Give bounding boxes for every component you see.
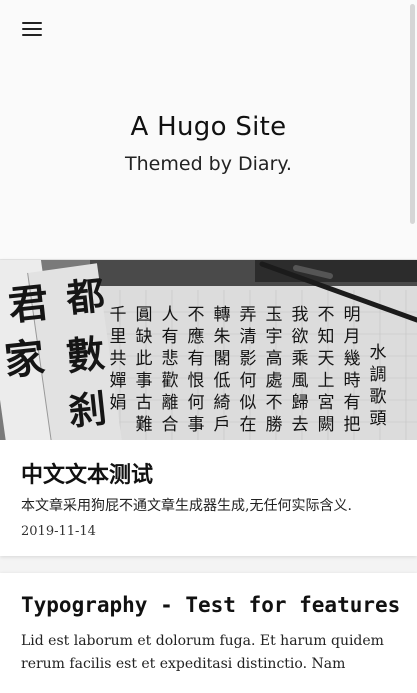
cover-calligraphy-char: 歸 [292,393,309,413]
cover-calligraphy-char: 戶 [214,415,231,435]
post-title[interactable]: Typography - Test for features [21,593,400,617]
cover-calligraphy-char: 似 [240,393,257,413]
cover-calligraphy-char: 悲 [162,349,179,369]
cover-calligraphy-char: 高 [266,349,283,369]
cover-calligraphy-char: 此 [136,349,153,369]
cover-poem-title-char: 調 [370,365,387,385]
cover-calligraphy-char: 歡 [162,371,179,391]
cover-calligraphy-char: 天 [318,349,335,369]
cover-calligraphy-char: 弄 [240,305,257,325]
cover-calligraphy-char: 有 [344,393,361,413]
cover-calligraphy-char: 知 [318,327,335,347]
cover-calligraphy-char: 何 [240,371,257,391]
site-subtitle: Themed by Diary. [125,153,292,175]
cover-copybook-char: 家 [2,334,47,385]
cover-calligraphy-char: 時 [344,371,361,391]
cover-calligraphy-char: 風 [292,371,309,391]
cover-copybook-char: 都 [63,272,107,321]
cover-calligraphy-char: 朱 [214,327,231,347]
cover-calligraphy-char: 把 [344,415,361,435]
cover-calligraphy-char: 娟 [110,393,127,413]
scrollbar-thumb[interactable] [410,4,415,224]
cover-calligraphy-char: 有 [162,327,179,347]
cover-copybook-char: 刹 [66,385,109,434]
cover-calligraphy-char: 闕 [318,415,335,435]
post-date: 2019-11-14 [21,524,96,539]
cover-calligraphy-char: 影 [240,349,257,369]
cover-calligraphy-char: 缺 [136,327,153,347]
cover-calligraphy-char: 月 [344,327,361,347]
site-header: A Hugo Site Themed by Diary. [0,0,417,260]
cover-calligraphy-char: 圓 [136,305,153,325]
cover-calligraphy-char: 綺 [214,393,231,413]
cover-calligraphy-char: 我 [292,305,309,325]
cover-calligraphy-char: 應 [188,326,205,347]
cover-calligraphy-char: 乘 [292,349,309,369]
cover-calligraphy-char: 欲 [292,327,309,347]
cover-calligraphy-char: 人 [162,305,179,325]
cover-copybook-char: 數 [64,330,107,379]
cover-calligraphy-char: 上 [318,371,335,391]
hamburger-menu-icon[interactable] [22,20,44,38]
cover-calligraphy-char: 宮 [318,393,335,413]
post-card[interactable]: Typography - Test for features Lid est l… [0,573,417,693]
cover-calligraphy-char: 共 [110,349,127,369]
cover-calligraphy-char: 古 [136,393,153,413]
cover-calligraphy-char: 恨 [188,371,205,391]
site-title[interactable]: A Hugo Site [0,112,417,142]
cover-calligraphy-char: 何 [188,393,205,413]
cover-calligraphy-char: 嬋 [110,371,127,391]
post-title[interactable]: 中文文本测试 [21,457,153,489]
cover-copybook-char: 君 [6,279,51,330]
cover-calligraphy-char: 里 [110,327,127,347]
cover-calligraphy-char: 宇 [266,327,283,347]
cover-calligraphy-char: 低 [214,371,231,391]
cover-calligraphy-char: 清 [240,327,257,347]
post-card[interactable]: 明月幾時有把不知天上宮闕我欲乘風歸去玉宇高處不勝弄清影何似在轉朱閣低綺戶不應有恨… [0,260,417,556]
cover-poem-title-char: 歌 [370,387,387,407]
cover-calligraphy-char: 不 [318,305,335,325]
cover-calligraphy-char: 幾 [344,349,361,369]
cover-calligraphy-char: 轉 [214,305,231,325]
cover-calligraphy-char: 事 [136,371,153,391]
cover-calligraphy-char: 勝 [266,415,283,435]
post-summary: Lid est laborum et dolorum fuga. Et haru… [21,633,384,672]
cover-calligraphy-char: 事 [188,415,205,435]
cover-poem-title-char: 水 [370,343,387,363]
cover-calligraphy-char: 有 [188,349,205,369]
cover-poem-title-char: 頭 [370,409,387,429]
cover-calligraphy-char: 不 [188,305,205,325]
cover-calligraphy-char: 閣 [214,349,231,369]
cover-calligraphy-char: 在 [240,415,257,435]
cover-calligraphy-char: 合 [162,415,179,435]
cover-calligraphy-char: 去 [292,415,309,435]
post-summary: 本文章采用狗屁不通文章生成器生成,无任何实际含义. [21,498,352,514]
cover-calligraphy-char: 難 [136,415,153,435]
cover-calligraphy-char: 千 [110,305,127,325]
cover-calligraphy-char: 離 [162,393,179,413]
cover-calligraphy-char: 明 [344,305,361,325]
cover-calligraphy-char: 不 [266,393,283,413]
cover-calligraphy-char: 處 [266,371,283,391]
post-cover-image[interactable]: 明月幾時有把不知天上宮闕我欲乘風歸去玉宇高處不勝弄清影何似在轉朱閣低綺戶不應有恨… [0,260,417,440]
cover-calligraphy-char: 玉 [266,305,283,325]
